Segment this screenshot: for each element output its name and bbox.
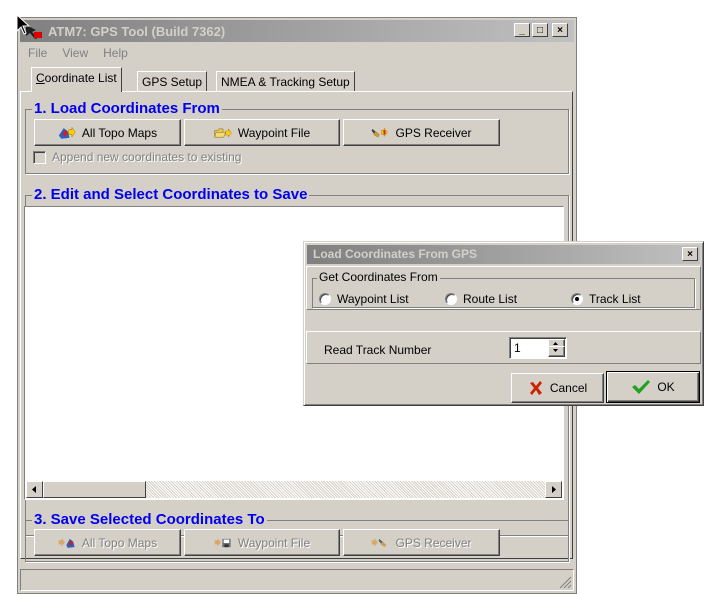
gps-receiver-icon [372, 537, 387, 547]
menu-view[interactable]: View [54, 44, 95, 62]
dialog-title-bar[interactable]: Load Coordinates From GPS × [307, 245, 700, 264]
tab-label: GPS Setup [142, 75, 203, 89]
scroll-left-button[interactable] [26, 481, 43, 498]
gps-receiver-icon [372, 127, 389, 137]
arrow-left-icon [32, 486, 36, 493]
cancel-x-icon [529, 381, 542, 395]
checkmark-icon [632, 380, 651, 394]
button-label: OK [657, 380, 675, 394]
radio-track-list[interactable]: Track List [571, 292, 641, 306]
button-label: GPS Receiver [395, 125, 472, 140]
radio-label: Waypoint List [337, 292, 409, 306]
radio-button[interactable] [319, 293, 331, 305]
save-disk-icon [214, 537, 231, 547]
save-group: 3. Save Selected Coordinates To All Topo… [25, 511, 569, 562]
topo-maps-icon [58, 125, 76, 139]
status-bar [20, 569, 574, 591]
save-waypoint-file-button[interactable]: Waypoint File [184, 529, 340, 556]
radio-label: Route List [463, 292, 518, 306]
arrow-down-icon [553, 349, 558, 352]
mouse-cursor-icon [16, 14, 31, 35]
button-label: All Topo Maps [81, 125, 158, 140]
track-number-value[interactable]: 1 [514, 341, 521, 355]
save-all-topo-maps-button[interactable]: All Topo Maps [34, 529, 181, 556]
title-bar[interactable]: ATM7: GPS Tool (Build 7362) _ □ × [20, 20, 574, 42]
track-panel: Read Track Number 1 [306, 331, 701, 364]
spin-down-button[interactable] [548, 346, 565, 357]
menu-file[interactable]: File [20, 44, 54, 62]
topo-maps-icon [58, 537, 75, 548]
cancel-button[interactable]: Cancel [511, 373, 604, 403]
tab-gps-setup[interactable]: GPS Setup [137, 71, 208, 92]
maximize-button[interactable]: □ [532, 23, 548, 37]
button-label: GPS Receiver [395, 535, 472, 550]
horizontal-scrollbar[interactable] [26, 481, 562, 498]
ok-button[interactable]: OK [606, 371, 700, 403]
load-gps-receiver-button[interactable]: GPS Receiver [343, 119, 500, 146]
radio-route-list[interactable]: Route List [445, 292, 517, 306]
dialog-title: Load Coordinates From GPS [313, 247, 478, 261]
save-group-title: 3. Save Selected Coordinates To [32, 511, 267, 529]
append-checkbox[interactable] [33, 150, 46, 164]
dialog-close-button[interactable]: × [682, 247, 698, 261]
track-number-label: Read Track Number [324, 343, 432, 357]
load-all-topo-maps-button[interactable]: All Topo Maps [34, 119, 181, 146]
tab-coordinate-list[interactable]: Coordinate List [31, 67, 122, 92]
radio-waypoint-list[interactable]: Waypoint List [319, 292, 409, 306]
radio-button-selected[interactable] [571, 293, 583, 305]
load-group-title: 1. Load Coordinates From [32, 100, 222, 118]
menu-help[interactable]: Help [95, 44, 135, 62]
radio-label: Track List [589, 292, 641, 306]
track-number-spinbox[interactable]: 1 [509, 337, 567, 359]
load-group: 1. Load Coordinates From All Topo Maps W… [25, 100, 569, 174]
menu-bar: File View Help [20, 44, 135, 62]
minimize-button[interactable]: _ [514, 23, 530, 37]
open-folder-icon [214, 127, 232, 138]
close-button[interactable]: × [552, 23, 568, 37]
resize-grip-icon[interactable] [558, 575, 572, 589]
scroll-right-button[interactable] [545, 481, 562, 498]
button-label: All Topo Maps [81, 535, 158, 550]
window-title: ATM7: GPS Tool (Build 7362) [48, 24, 226, 39]
source-group-label: Get Coordinates From [317, 270, 440, 284]
tab-nmea-tracking-setup[interactable]: NMEA & Tracking Setup [216, 71, 355, 92]
load-waypoint-file-button[interactable]: Waypoint File [184, 119, 340, 146]
scroll-thumb[interactable] [43, 481, 146, 498]
edit-group-title: 2. Edit and Select Coordinates to Save [32, 186, 310, 204]
tab-label: Coordinate List [36, 71, 117, 85]
append-checkbox-row[interactable]: Append new coordinates to existing [33, 150, 241, 164]
tab-label: NMEA & Tracking Setup [221, 75, 350, 89]
arrow-right-icon [552, 486, 556, 493]
radio-button[interactable] [445, 293, 457, 305]
load-from-gps-dialog: Load Coordinates From GPS × Get Coordina… [303, 241, 704, 406]
button-label: Cancel [549, 381, 588, 395]
button-label: Waypoint File [237, 125, 311, 140]
save-gps-receiver-button[interactable]: GPS Receiver [343, 529, 500, 556]
button-label: Waypoint File [237, 535, 311, 550]
source-panel: Get Coordinates From Waypoint List Route… [306, 266, 701, 310]
append-label: Append new coordinates to existing [52, 150, 242, 164]
